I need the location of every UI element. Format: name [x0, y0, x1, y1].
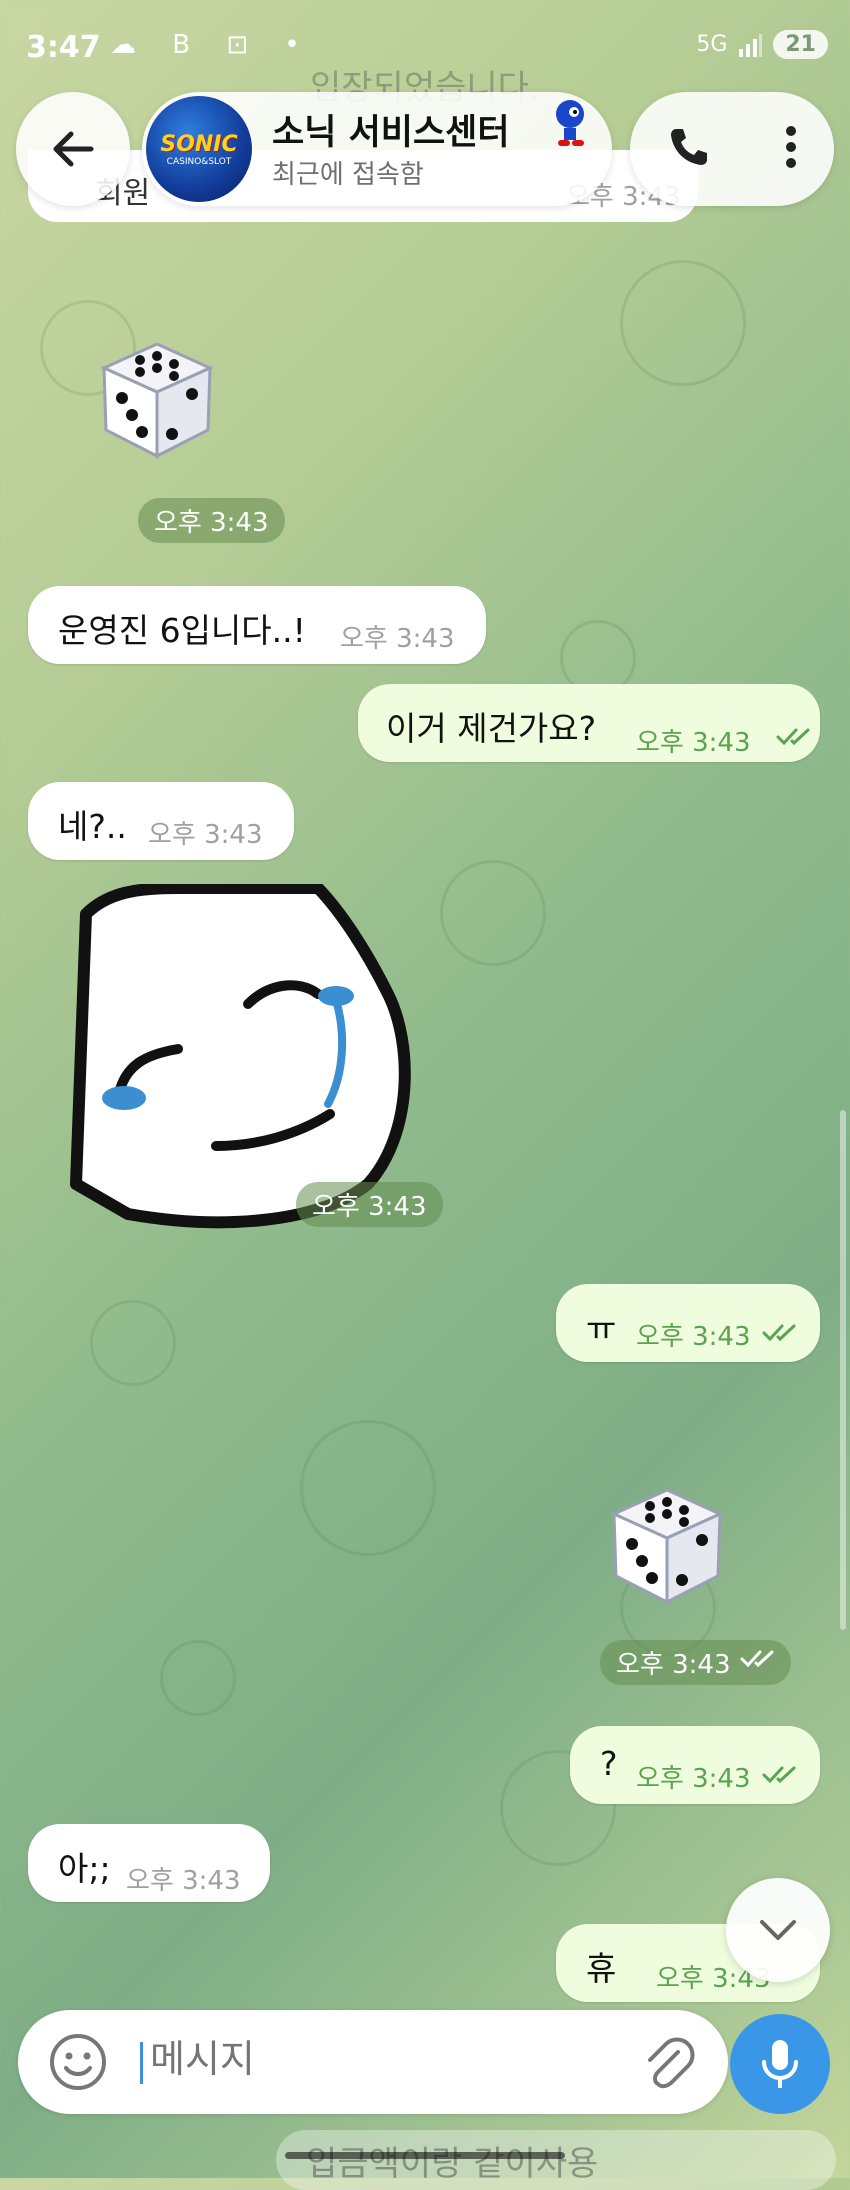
system-icons: 5G 21	[696, 30, 828, 59]
smile-icon[interactable]	[48, 2032, 108, 2092]
message-bubble[interactable]: 운영진 6입니다..! 오후 3:43	[28, 586, 486, 664]
dice-sticker[interactable]	[602, 1482, 732, 1612]
home-indicator[interactable]	[285, 2152, 565, 2159]
message-bubble[interactable]: ? 오후 3:43	[570, 1726, 820, 1804]
menu-button[interactable]	[785, 125, 797, 173]
message-time: 오후 3:43	[636, 1764, 751, 1794]
scroll-track[interactable]	[840, 1110, 846, 1630]
double-check-icon	[762, 1766, 796, 1784]
arrow-left-icon	[53, 131, 94, 167]
paperclip-icon[interactable]	[638, 2034, 698, 2094]
status-bar: 3:47 ☁ B ⊡ • 5G 21	[0, 0, 850, 96]
notification-icons: ☁ B ⊡ •	[110, 30, 314, 60]
message-bubble[interactable]: 이거 제건가요? 오후 3:43	[358, 684, 820, 762]
microphone-icon	[762, 2040, 798, 2088]
network-icon: 5G	[696, 32, 728, 57]
double-check-icon	[740, 1650, 774, 1668]
chat-title: 소닉 서비스센터	[272, 113, 510, 153]
double-check-icon	[762, 1324, 796, 1342]
message-bubble[interactable]: ㅠ 오후 3:43	[556, 1284, 820, 1362]
message-text: ㅠ	[586, 1309, 617, 1348]
text-cursor	[140, 2042, 143, 2084]
message-bubble[interactable]: 아;; 오후 3:43	[28, 1824, 270, 1902]
face-sticker[interactable]	[68, 884, 418, 1230]
message-text: 이거 제건가요?	[386, 709, 597, 748]
message-bubble[interactable]: 네?.. 오후 3:43	[28, 782, 294, 860]
avatar[interactable]: SONIC CASINO&SLOT	[146, 96, 252, 202]
battery-indicator: 21	[773, 30, 828, 59]
chat-info[interactable]: SONIC CASINO&SLOT 소닉 서비스센터 최근에 접속함	[142, 92, 612, 206]
phone-icon	[671, 129, 707, 165]
back-button[interactable]	[16, 92, 130, 206]
message-time: 오후 3:43	[126, 1866, 241, 1896]
avatar-logo-subtext: CASINO&SLOT	[166, 156, 232, 167]
call-button[interactable]	[667, 125, 711, 173]
message-time: 오후 3:43	[636, 1322, 751, 1352]
message-text: 휴	[586, 1949, 617, 1988]
message-text: 운영진 6입니다..!	[58, 611, 306, 650]
avatar-logo-text: SONIC	[160, 131, 238, 157]
message-text: 네?..	[58, 807, 127, 846]
message-time: 오후 3:43	[340, 624, 455, 654]
message-text: ?	[600, 1744, 618, 1783]
message-text: 아;;	[58, 1849, 111, 1888]
signal-icon	[739, 33, 763, 57]
chat-last-seen: 최근에 접속함	[272, 160, 424, 190]
double-check-icon	[776, 728, 810, 746]
message-time: 오후 3:43	[296, 1182, 443, 1227]
dice-sticker[interactable]	[92, 336, 222, 466]
message-time: 오후 3:43	[148, 820, 263, 850]
header-actions	[630, 92, 834, 206]
chevron-down-icon	[760, 1920, 796, 1940]
message-input[interactable]	[148, 2036, 632, 2082]
message-composer	[18, 2010, 728, 2114]
scroll-down-button[interactable]	[726, 1878, 830, 1982]
message-time: 오후 3:43	[636, 728, 751, 758]
mic-button[interactable]	[730, 2014, 830, 2114]
mascot-icon	[556, 100, 584, 146]
message-time: 오후 3:43	[138, 498, 285, 543]
more-vertical-icon	[786, 126, 796, 168]
status-time: 3:47	[26, 30, 101, 65]
